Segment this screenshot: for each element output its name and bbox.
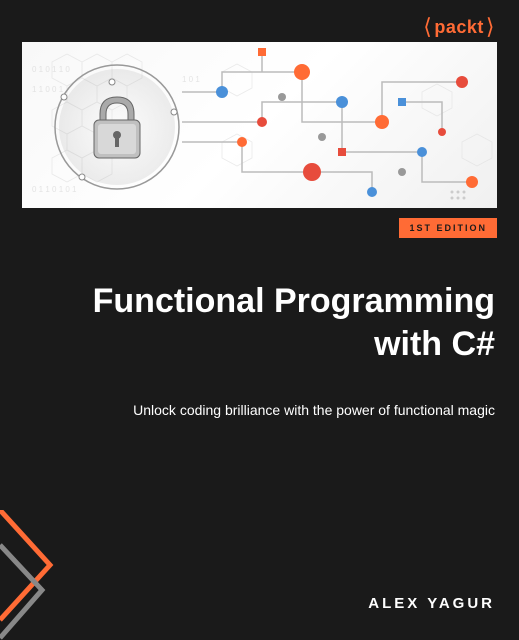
corner-chevron-icon [0, 510, 80, 640]
svg-text:0 1 1 0 1 0 1: 0 1 1 0 1 0 1 [32, 185, 77, 194]
angle-left-icon: ⟨ [423, 14, 432, 40]
edition-badge: 1ST EDITION [399, 218, 497, 238]
author-name: ALEX YAGUR [368, 595, 495, 612]
publisher-logo: ⟨packt⟩ [423, 14, 495, 40]
tech-network-illustration: 0 1 0 1 1 0 1 1 0 0 1 0 1 1 0 1 0 1 1 0 … [22, 42, 497, 208]
book-subtitle: Unlock coding brilliance with the power … [120, 400, 495, 421]
angle-right-icon: ⟩ [486, 14, 495, 40]
svg-text:1 1 0 0 1: 1 1 0 0 1 [32, 85, 64, 94]
svg-text:0 1 0 1 1 0: 0 1 0 1 1 0 [32, 65, 70, 74]
hero-illustration: 0 1 0 1 1 0 1 1 0 0 1 0 1 1 0 1 0 1 1 0 … [22, 42, 497, 208]
publisher-name: packt [434, 17, 484, 38]
book-title: Functional Programming with C# [24, 280, 495, 365]
svg-text:1 0 1: 1 0 1 [182, 75, 200, 84]
